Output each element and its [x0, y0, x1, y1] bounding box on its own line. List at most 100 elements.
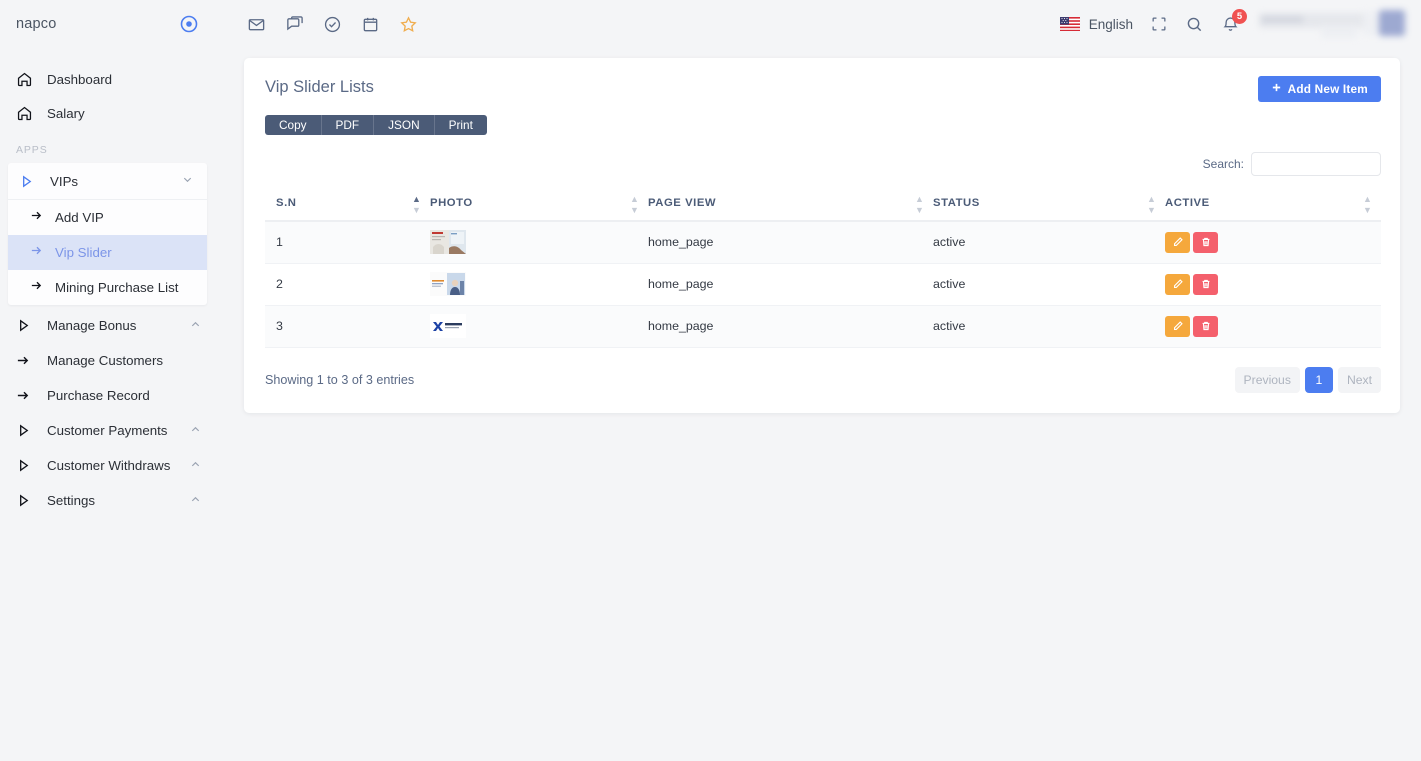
delete-button[interactable] [1193, 273, 1218, 295]
slider-thumbnail-2[interactable] [430, 272, 466, 296]
play-triangle-icon [19, 174, 41, 189]
caret-down-icon: ▼ [412, 205, 422, 215]
cell-page-view: home_page [648, 263, 933, 306]
cell-page-view: home_page [648, 221, 933, 264]
column-header-sn[interactable]: S.N ▲ ▼ [265, 195, 430, 222]
cell-actions [1165, 305, 1381, 348]
arrow-right-icon [30, 279, 48, 297]
edit-button[interactable] [1165, 315, 1190, 337]
sidebar-item-manage-bonus[interactable]: Manage Bonus [0, 308, 215, 343]
arrow-right-icon [30, 209, 48, 227]
copy-button[interactable]: Copy [265, 115, 322, 135]
sidebar-item-label: Salary [47, 105, 85, 121]
print-button[interactable]: Print [434, 115, 487, 135]
sidebar-item-vips[interactable]: VIPs [8, 163, 207, 200]
fullscreen-icon[interactable] [1150, 15, 1168, 33]
sidebar-item-label: Manage Customers [47, 353, 164, 368]
edit-icon [1173, 279, 1183, 288]
sidebar-item-add-vip[interactable]: Add VIP [8, 200, 207, 235]
sort-icon-active[interactable]: ▲ ▼ [1363, 195, 1372, 215]
table-row: 1 home_page active [265, 221, 1381, 264]
sort-icon-sn[interactable]: ▲ ▼ [412, 195, 421, 215]
sidebar-item-salary[interactable]: Salary [0, 96, 215, 130]
cell-status: active [933, 305, 1165, 348]
column-header-active[interactable]: ACTIVE ▲ ▼ [1165, 195, 1381, 222]
pagination-previous[interactable]: Previous [1234, 366, 1300, 393]
calendar-icon[interactable] [361, 15, 380, 34]
caret-up-icon: ▲ [1363, 194, 1373, 204]
trash-icon [1202, 238, 1209, 247]
sidebar-item-vip-slider[interactable]: Vip Slider [8, 235, 207, 270]
pagination: Previous 1 Next [1234, 366, 1381, 393]
sidebar-item-settings[interactable]: Settings [0, 483, 215, 518]
sort-icon-page-view[interactable]: ▲ ▼ [915, 195, 924, 215]
language-selector[interactable]: English [1059, 17, 1133, 32]
column-label: PAGE VIEW [648, 197, 717, 209]
sort-icon-status[interactable]: ▲ ▼ [1147, 195, 1156, 215]
delete-button[interactable] [1193, 231, 1218, 253]
notifications-bell[interactable]: 5 [1221, 8, 1247, 34]
sidebar-item-manage-customers[interactable]: Manage Customers [0, 343, 215, 378]
table-footer: Showing 1 to 3 of 3 entries Previous 1 N… [265, 366, 1381, 393]
cell-status: active [933, 263, 1165, 306]
vip-slider-table: S.N ▲ ▼ PHOTO ▲ ▼ PAGE VIEW ▲ ▼ STATUS ▲… [265, 195, 1381, 348]
topbar-right-group: English 5 [1059, 7, 1407, 41]
sidebar-item-label: Purchase Record [47, 388, 150, 403]
sidebar-item-purchase-record[interactable]: Purchase Record [0, 378, 215, 413]
arrow-right-icon [16, 353, 38, 368]
chat-icon[interactable] [285, 15, 304, 34]
search-row: Search: [265, 152, 1381, 176]
column-header-status[interactable]: STATUS ▲ ▼ [933, 195, 1165, 222]
slider-thumbnail-1[interactable] [430, 230, 466, 255]
column-label: S.N [276, 197, 297, 209]
app-root: napco Dashboard Salary APPS VIPs Add VIP… [0, 0, 1421, 761]
chevron-down-icon [182, 172, 193, 190]
us-flag-icon [1059, 17, 1080, 31]
trash-icon [1202, 321, 1209, 331]
delete-button[interactable] [1193, 315, 1218, 337]
pagination-next[interactable]: Next [1337, 366, 1381, 393]
caret-down-icon: ▼ [1363, 205, 1373, 215]
json-button[interactable]: JSON [374, 115, 435, 135]
pdf-button[interactable]: PDF [321, 115, 375, 135]
sidebar-nav: Dashboard Salary APPS VIPs Add VIP Vip S… [0, 48, 215, 518]
sidebar-section-apps: APPS [16, 144, 48, 156]
edit-button[interactable] [1165, 231, 1190, 253]
user-profile-widget[interactable] [1259, 7, 1407, 41]
target-circle-icon[interactable] [180, 15, 198, 33]
add-new-item-button[interactable]: Add New Item [1257, 76, 1381, 102]
sidebar-item-label: VIPs [50, 173, 79, 189]
sidebar-item-customer-payments[interactable]: Customer Payments [0, 413, 215, 448]
caret-down-icon: ▼ [915, 205, 925, 215]
table-row: 3 home_page active [265, 305, 1381, 348]
add-new-item-label: Add New Item [1287, 82, 1368, 96]
play-triangle-icon [16, 458, 38, 473]
row-actions [1165, 273, 1381, 295]
search-icon[interactable] [1185, 15, 1204, 34]
column-header-page-view[interactable]: PAGE VIEW ▲ ▼ [648, 195, 933, 222]
star-icon[interactable] [399, 15, 418, 34]
check-circle-icon[interactable] [323, 15, 342, 34]
topbar: English 5 [215, 0, 1421, 48]
play-triangle-icon [16, 318, 38, 333]
sidebar-item-label: Manage Bonus [47, 318, 137, 333]
table-row: 2 home_page active [265, 263, 1381, 306]
slider-thumbnail-3[interactable] [430, 314, 466, 338]
mail-icon[interactable] [247, 15, 266, 34]
row-actions [1165, 231, 1381, 253]
sidebar-item-customer-withdraws[interactable]: Customer Withdraws [0, 448, 215, 483]
column-header-photo[interactable]: PHOTO ▲ ▼ [430, 195, 648, 222]
table-header-row: S.N ▲ ▼ PHOTO ▲ ▼ PAGE VIEW ▲ ▼ STATUS ▲… [265, 195, 1381, 222]
cell-status: active [933, 221, 1165, 264]
sort-icon-photo[interactable]: ▲ ▼ [630, 195, 639, 215]
sidebar-item-mining-purchase-list[interactable]: Mining Purchase List [8, 270, 207, 305]
pagination-page-1[interactable]: 1 [1304, 366, 1333, 393]
column-label: PHOTO [430, 197, 473, 209]
column-label: STATUS [933, 197, 980, 209]
search-input[interactable] [1251, 152, 1381, 176]
row-actions [1165, 315, 1381, 337]
sidebar-item-dashboard[interactable]: Dashboard [0, 62, 215, 96]
brand-name: napco [16, 16, 57, 32]
entries-info: Showing 1 to 3 of 3 entries [265, 372, 415, 387]
edit-button[interactable] [1165, 273, 1190, 295]
